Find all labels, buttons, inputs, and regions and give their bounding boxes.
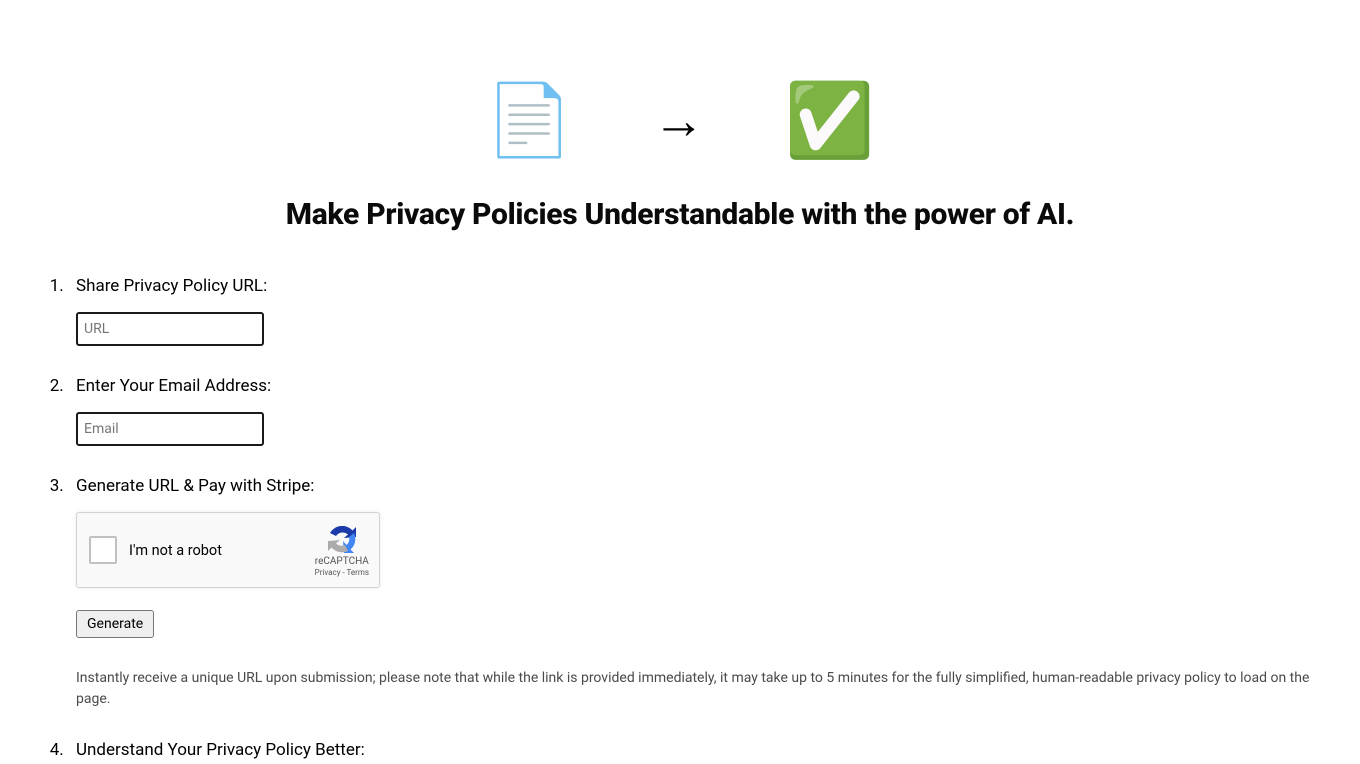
recaptcha-links: Privacy - Terms — [315, 569, 369, 577]
recaptcha-privacy-link[interactable]: Privacy — [315, 568, 341, 577]
generate-button[interactable]: Generate — [76, 610, 154, 638]
recaptcha-checkbox[interactable] — [89, 536, 117, 564]
recaptcha-label: I'm not a robot — [129, 542, 315, 559]
page-headline: Make Privacy Policies Understandable wit… — [48, 197, 1312, 232]
step-2-label: Enter Your Email Address: — [76, 376, 1312, 396]
hero-icon-row: 📄 → ✅ — [48, 0, 1312, 197]
recaptcha-widget: I'm not a robot reCAPTCHA Privacy - Term… — [76, 512, 380, 588]
url-input[interactable] — [76, 312, 264, 346]
step-3: Generate URL & Pay with Stripe: I'm not … — [68, 476, 1312, 710]
step-4: Understand Your Privacy Policy Better: — [68, 740, 1312, 760]
arrow-right-icon: → — [653, 95, 705, 147]
disclaimer-text: Instantly receive a unique URL upon subm… — [76, 668, 1312, 710]
step-1: Share Privacy Policy URL: — [68, 276, 1312, 346]
email-input[interactable] — [76, 412, 264, 446]
recaptcha-logo-icon — [326, 523, 358, 555]
step-1-label: Share Privacy Policy URL: — [76, 276, 1312, 296]
recaptcha-terms-link[interactable]: Terms — [347, 568, 369, 577]
document-icon: 📄 — [486, 86, 573, 156]
steps-list: Share Privacy Policy URL: Enter Your Ema… — [48, 276, 1312, 760]
step-2: Enter Your Email Address: — [68, 376, 1312, 446]
step-3-label: Generate URL & Pay with Stripe: — [76, 476, 1312, 496]
step-4-label: Understand Your Privacy Policy Better: — [76, 740, 1312, 760]
checkmark-icon: ✅ — [785, 85, 875, 157]
recaptcha-brand-text: reCAPTCHA — [315, 557, 369, 567]
recaptcha-branding: reCAPTCHA Privacy - Terms — [315, 523, 379, 577]
